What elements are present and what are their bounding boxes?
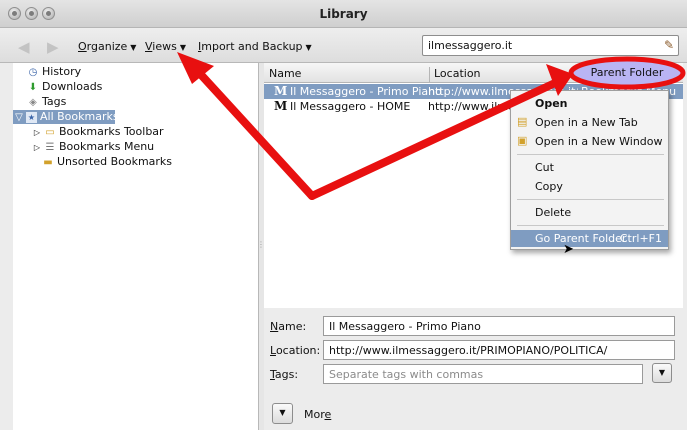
more-label[interactable]: More (304, 408, 331, 421)
sidebar-item-history[interactable]: ◷ History (27, 65, 82, 79)
menu-item-label: Open in a New Tab (535, 116, 638, 129)
column-header-parent-folder[interactable]: Parent Folder (573, 60, 681, 86)
folder-icon: ▬ (43, 157, 53, 168)
sidebar-item-label: Tags (42, 95, 67, 108)
menu-item-label: Delete (535, 206, 572, 219)
organize-menu-button[interactable]: Organize ▼ (78, 40, 136, 53)
clear-search-icon[interactable]: ✎ (664, 38, 674, 52)
menu-item-delete[interactable]: Delete (511, 204, 668, 221)
more-expander-button[interactable]: ▼ (272, 403, 293, 424)
menu-item-label: Copy (535, 180, 563, 193)
chevron-down-icon: ▼ (658, 368, 666, 377)
menu-item-open-new-window[interactable]: ▣ Open in a New Window (511, 133, 668, 150)
views-label: iews (152, 40, 177, 53)
name-label: Name: (270, 320, 306, 333)
chevron-down-icon: ▼ (179, 43, 187, 52)
expander-closed-icon: ▷ (33, 143, 41, 152)
sidebar-item-label: Bookmarks Menu (59, 140, 155, 153)
menu-item-go-parent-folder[interactable]: Go Parent Folder Ctrl+F1 (511, 230, 668, 247)
sidebar-item-label: All Bookmarks (40, 110, 119, 123)
forward-button[interactable]: ▶ (47, 38, 59, 56)
menu-item-label: Open in a New Window (535, 135, 663, 148)
mouse-cursor-icon: ➤ (563, 242, 574, 257)
import-backup-menu-button[interactable]: Import and Backup ▼ (198, 40, 312, 53)
tags-placeholder: Separate tags with commas (329, 368, 484, 381)
name-field[interactable]: Il Messaggero - Primo Piano (323, 316, 675, 336)
menu-folder-icon: ☰ (45, 142, 55, 153)
menu-item-label: Cut (535, 161, 554, 174)
expander-closed-icon: ▷ (33, 128, 41, 137)
library-window: Library ◀ ▶ Organize ▼ Views ▼ Import and … (0, 0, 687, 430)
newspaper-favicon-icon: M (274, 84, 288, 98)
column-header-location[interactable]: Location (434, 67, 481, 80)
toolbar: ◀ ▶ Organize ▼ Views ▼ Import and Backup ▼ … (0, 28, 687, 63)
location-label-text: ocation: (275, 344, 321, 357)
search-value: ilmessaggero.it (428, 39, 513, 52)
tags-label-text: ags: (274, 368, 299, 381)
bookmarks-icon: ★ (26, 112, 37, 123)
tags-field[interactable]: Separate tags with commas (323, 364, 643, 384)
sidebar-item-all-bookmarks[interactable]: ▽ ★ All Bookmarks (13, 110, 119, 124)
sidebar-item-downloads[interactable]: ⬇ Downloads (27, 80, 103, 94)
name-accesskey: N (270, 320, 279, 333)
sidebar-item-label: Downloads (42, 80, 103, 93)
search-input[interactable]: ilmessaggero.it ✎ (422, 35, 679, 56)
title-bar: Library (0, 0, 687, 28)
column-header-name[interactable]: Name (269, 67, 301, 80)
clock-icon: ◷ (28, 67, 38, 78)
download-icon: ⬇ (28, 82, 38, 93)
tag-icon: ◈ (29, 97, 37, 108)
toolbar-folder-icon: ▭ (45, 127, 55, 138)
location-field[interactable]: http://www.ilmessaggero.it/PRIMOPIANO/PO… (323, 340, 675, 360)
menu-item-label: Go Parent Folder (535, 232, 627, 245)
sidebar-item-label: Unsorted Bookmarks (57, 155, 173, 168)
folder-tab-icon: ▤ (517, 115, 528, 128)
menu-item-copy[interactable]: Copy (511, 178, 668, 195)
location-label: Location: (270, 344, 320, 357)
newspaper-favicon-icon: M (274, 99, 288, 113)
sidebar-item-label: Bookmarks Toolbar (59, 125, 164, 138)
sidebar-tree: ◷ History ⬇ Downloads ◈ Tags ▽ ★ All Bookmark… (13, 63, 259, 430)
menu-item-label: Open (535, 97, 568, 110)
more-label-text: Mor (304, 408, 325, 421)
row-name: Il Messaggero - HOME (290, 100, 411, 113)
tags-dropdown-button[interactable]: ▼ (652, 363, 672, 383)
more-accesskey: e (324, 408, 332, 421)
menu-item-open-new-tab[interactable]: ▤ Open in a New Tab (511, 114, 668, 131)
window-title: Library (319, 7, 368, 21)
import-label: mport and Backup (201, 40, 303, 53)
column-separator[interactable] (429, 67, 430, 83)
sidebar-item-bookmarks-toolbar[interactable]: ▷ ▭ Bookmarks Toolbar (33, 125, 164, 139)
context-menu: Open ▤ Open in a New Tab ▣ Open in a New W… (510, 90, 669, 250)
row-name: Il Messaggero - Primo Piano (290, 85, 442, 98)
menu-separator (517, 154, 664, 155)
views-menu-button[interactable]: Views ▼ (145, 40, 186, 53)
organize-label: rganize (86, 40, 128, 53)
back-arrow-icon: ◀ (18, 38, 30, 56)
chevron-down-icon: ▼ (279, 408, 286, 417)
menu-separator (517, 199, 664, 200)
forward-arrow-icon: ▶ (47, 38, 59, 56)
expander-open-icon: ▽ (15, 112, 23, 123)
back-button[interactable]: ◀ (18, 38, 30, 56)
sidebar-item-unsorted-bookmarks[interactable]: ▬ Unsorted Bookmarks (42, 155, 172, 169)
sidebar-item-bookmarks-menu[interactable]: ▷ ☰ Bookmarks Menu (33, 140, 154, 154)
chevron-down-icon: ▼ (130, 43, 137, 52)
name-label-text: ame: (278, 320, 307, 333)
menu-item-shortcut: Ctrl+F1 (619, 232, 662, 245)
tags-label: Tags: (270, 368, 298, 381)
chevron-down-icon: ▼ (305, 43, 312, 52)
menu-item-cut[interactable]: Cut (511, 159, 668, 176)
menu-separator (517, 225, 664, 226)
bookmark-details-panel: Name: Il Messaggero - Primo Piano Locati… (264, 308, 683, 430)
menu-item-open[interactable]: Open (511, 95, 668, 112)
sidebar-item-tags[interactable]: ◈ Tags (27, 95, 66, 109)
organize-accesskey: O (78, 40, 87, 53)
window-icon: ▣ (517, 134, 528, 147)
sidebar-item-label: History (42, 65, 82, 78)
